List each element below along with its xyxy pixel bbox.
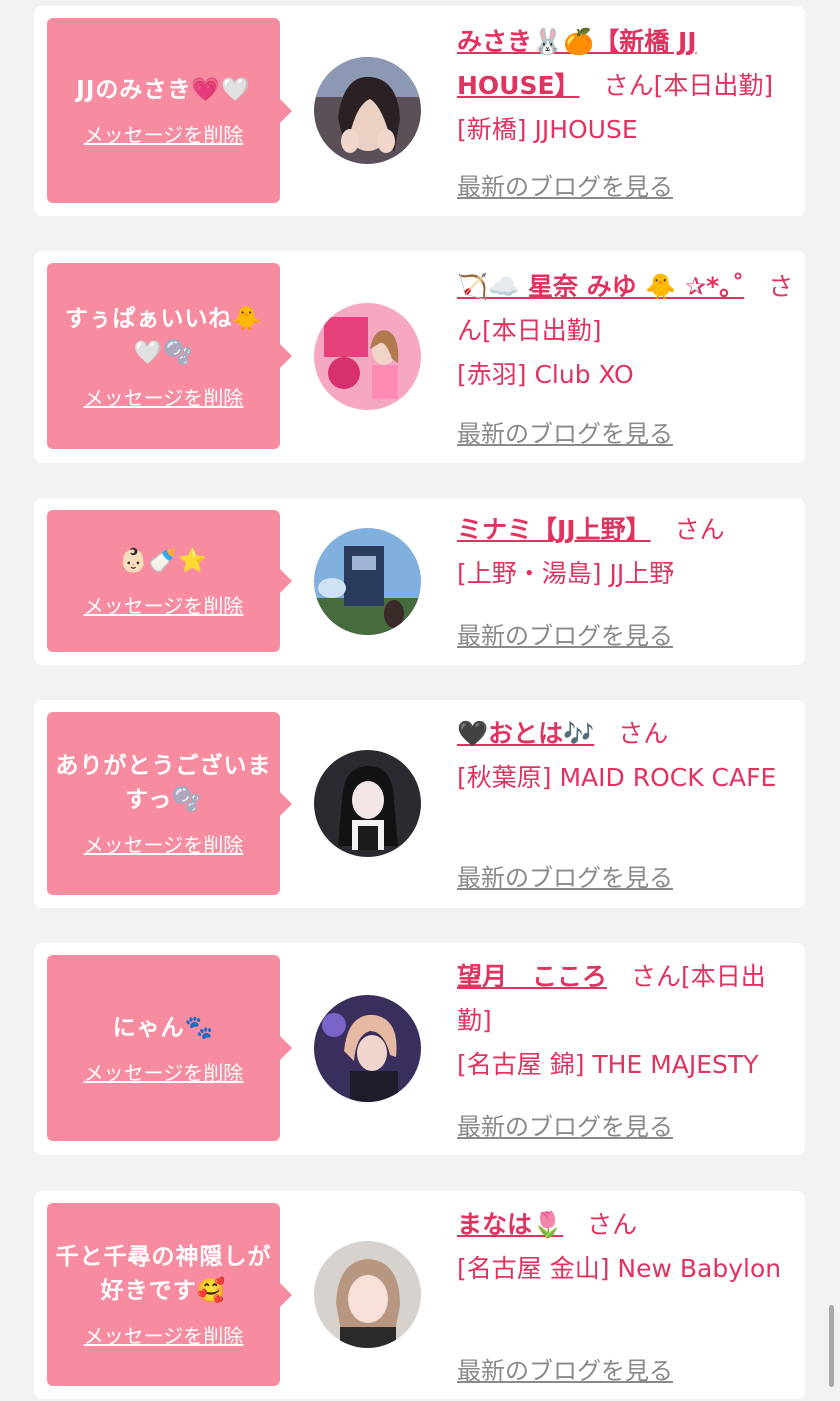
avatar-photo [314,1241,421,1348]
avatar-photo [314,995,421,1102]
avatar[interactable] [314,303,421,410]
view-blog-link[interactable]: 最新のブログを見る [457,167,673,202]
cast-info: 望月 こころ さん[本日出勤] [名古屋 錦] THE MAJESTY [457,955,797,1087]
scrollbar[interactable] [829,1305,834,1387]
delete-message-link[interactable]: メッセージを削除 [84,382,244,411]
message-bubble: ありがとうございますっ🫧 メッセージを削除 [47,712,292,895]
avatar-photo [314,303,421,410]
status-badge: [本日出勤] [482,316,602,345]
delete-message-link[interactable]: メッセージを削除 [84,119,244,148]
message-text: ありがとうございますっ🫧 [55,753,272,813]
view-blog-link[interactable]: 最新のブログを見る [457,858,673,893]
cast-info: みさき🐰🍊【新橋 JJ HOUSE】 さん[本日出勤] [新橋] JJHOUSE [457,20,797,152]
honorific: さん [674,515,725,544]
cast-name-link[interactable]: 🏹☁️ 星奈 みゆ 🐥 ✰*｡˚ [457,272,744,301]
view-blog-link[interactable]: 最新のブログを見る [457,616,673,651]
delete-message-link[interactable]: メッセージを削除 [84,590,244,619]
message-text: にゃん🐾 [112,1014,215,1041]
cast-info: まなは🌷 さん [名古屋 金山] New Babylon [457,1203,797,1291]
view-blog-link[interactable]: 最新のブログを見る [457,1351,673,1386]
avatar-photo [314,528,421,635]
status-badge: [本日出勤] [653,71,774,100]
shop-name: [新橋] JJHOUSE [457,115,638,144]
cast-info: 🖤おとは🎶 さん [秋葉原] MAID ROCK CAFE [457,712,797,800]
message-text: 👶🏻🍼⭐️ [119,547,208,574]
cast-name-link[interactable]: 望月 こころ [457,962,607,991]
cast-name-link[interactable]: ミナミ【JJ上野】 [457,515,651,544]
avatar-photo [314,57,421,164]
shop-name: [上野・湯島] JJ上野 [457,559,675,588]
shop-name: [名古屋 錦] THE MAJESTY [457,1050,759,1079]
avatar[interactable] [314,528,421,635]
honorific: さん [618,719,669,748]
message-bubble: JJのみさき💗🤍 メッセージを削除 [47,18,292,203]
view-blog-link[interactable]: 最新のブログを見る [457,414,673,449]
avatar[interactable] [314,750,421,857]
message-card: にゃん🐾 メッセージを削除 望月 こころ さん[本日出勤] [名古屋 錦] THE… [34,943,805,1155]
message-bubble: 千と千尋の神隠しが好きです🥰 メッセージを削除 [47,1203,292,1386]
message-card: すぅぱぁいいね🐥🤍🫧 メッセージを削除 🏹☁️ 星奈 みゆ 🐥 ✰*｡˚ さん[本… [34,251,805,463]
avatar-photo [314,750,421,857]
shop-name: [秋葉原] MAID ROCK CAFE [457,763,777,792]
cast-info: ミナミ【JJ上野】 さん [上野・湯島] JJ上野 [457,508,797,596]
message-card: 千と千尋の神隠しが好きです🥰 メッセージを削除 まなは🌷 さん [名古屋 金山] … [34,1191,805,1399]
message-bubble: 👶🏻🍼⭐️ メッセージを削除 [47,510,292,652]
cast-name-link[interactable]: まなは🌷 [457,1210,563,1239]
message-bubble: にゃん🐾 メッセージを削除 [47,955,292,1141]
delete-message-link[interactable]: メッセージを削除 [84,1057,244,1086]
view-blog-link[interactable]: 最新のブログを見る [457,1107,673,1142]
cast-info: 🏹☁️ 星奈 みゆ 🐥 ✰*｡˚ さん[本日出勤] [赤羽] Club XO [457,265,797,397]
message-bubble: すぅぱぁいいね🐥🤍🫧 メッセージを削除 [47,263,292,449]
cast-name-link[interactable]: 🖤おとは🎶 [457,719,594,748]
shop-name: [赤羽] Club XO [457,360,634,389]
honorific: さん [631,962,682,991]
avatar[interactable] [314,57,421,164]
honorific: さん [587,1210,638,1239]
message-card: 👶🏻🍼⭐️ メッセージを削除 ミナミ【JJ上野】 さん [上野・湯島] JJ上野 … [34,498,805,665]
message-card: JJのみさき💗🤍 メッセージを削除 みさき🐰🍊【新橋 JJ HOUSE】 さん[本… [34,6,805,216]
message-text: JJのみさき💗🤍 [76,77,251,103]
avatar[interactable] [314,1241,421,1348]
message-text: すぅぱぁいいね🐥🤍🫧 [65,305,262,366]
shop-name: [名古屋 金山] New Babylon [457,1254,782,1283]
delete-message-link[interactable]: メッセージを削除 [84,829,244,858]
honorific: さん [603,71,654,100]
delete-message-link[interactable]: メッセージを削除 [84,1320,244,1349]
message-text: 千と千尋の神隠しが好きです🥰 [55,1244,272,1304]
message-card: ありがとうございますっ🫧 メッセージを削除 🖤おとは🎶 さん [秋葉原] MAID… [34,700,805,908]
avatar[interactable] [314,995,421,1102]
